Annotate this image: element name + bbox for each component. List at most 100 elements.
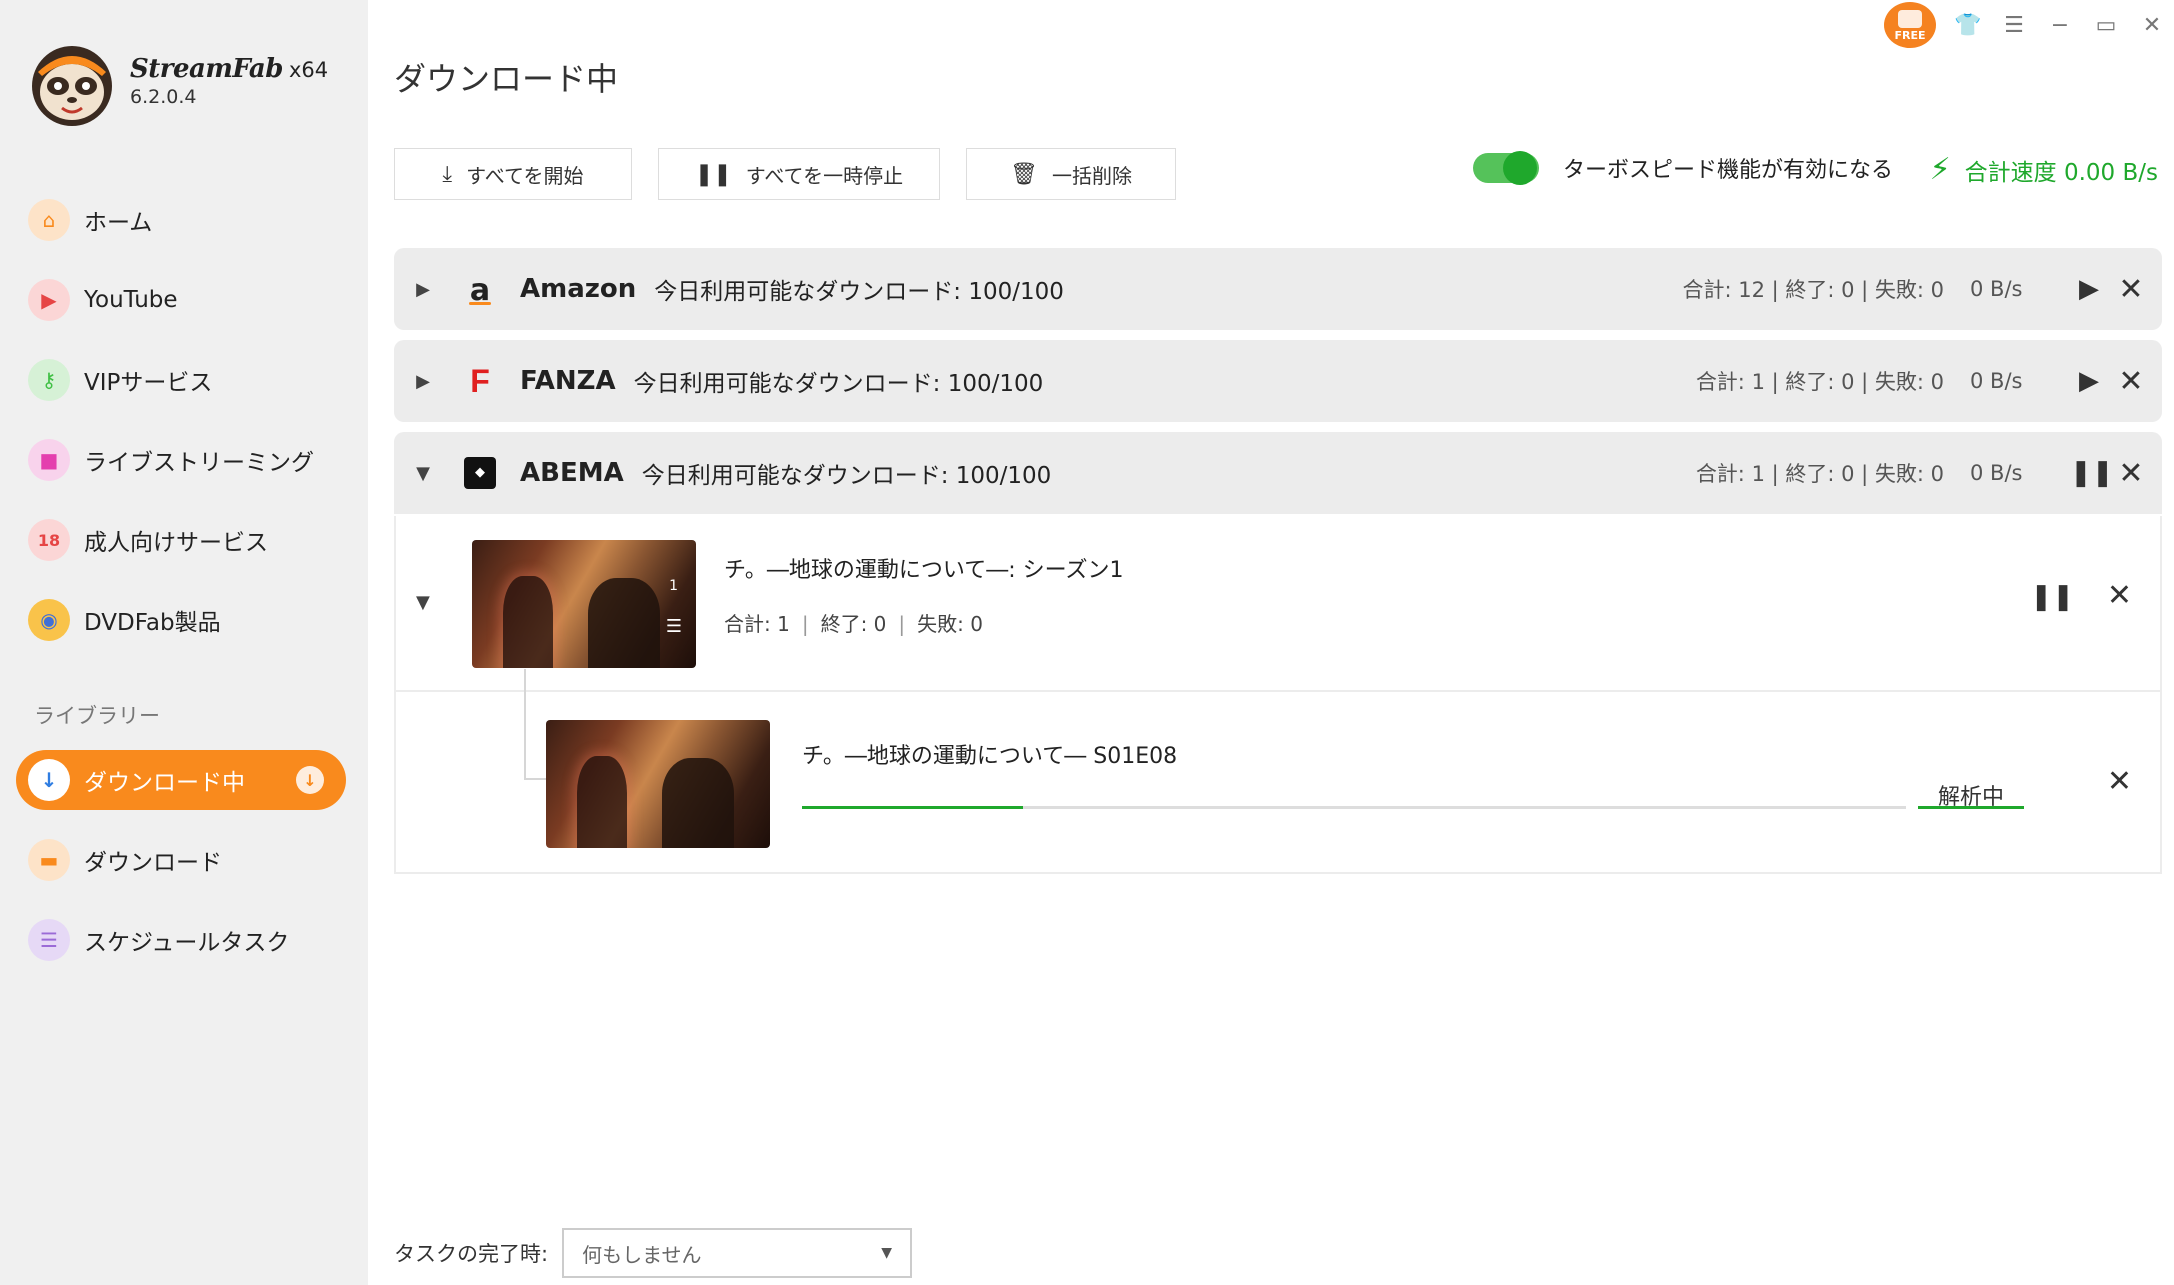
page-title: ダウンロード中 bbox=[394, 60, 619, 98]
adult-18-icon: 18 bbox=[28, 519, 70, 561]
season-stats: 合計: 1 | 終了: 0 | 失敗: 0 bbox=[724, 612, 983, 636]
total-speed-label: 合計速度 0.00 B/s bbox=[1964, 159, 2158, 186]
sidebar-item-label: スケジュールタスク bbox=[84, 930, 290, 956]
sidebar-item-downloaded[interactable]: ▬ ダウンロード bbox=[16, 830, 346, 890]
episode-title: チ。―地球の運動について― S01E08 bbox=[802, 744, 1178, 769]
sidebar-item-home[interactable]: ⌂ ホーム bbox=[16, 190, 346, 250]
season-failed: 失敗: 0 bbox=[917, 612, 983, 636]
collapse-caret-icon[interactable]: ▼ bbox=[394, 463, 452, 484]
service-speed: 0 B/s bbox=[1970, 369, 2023, 393]
shirt-icon[interactable]: 👕 bbox=[1954, 11, 1982, 39]
toolbar: ⤓ すべてを開始 ❚❚ すべてを一時停止 🗑 一括削除 bbox=[394, 148, 1176, 200]
expand-caret-icon[interactable]: ▶ bbox=[394, 279, 452, 300]
sidebar-item-live[interactable]: ■ ライブストリーミング bbox=[16, 430, 346, 490]
status-text: 解析中 bbox=[1937, 785, 2004, 810]
streamfab-sloth-logo bbox=[32, 46, 112, 126]
start-all-button[interactable]: ⤓ すべてを開始 bbox=[394, 148, 632, 200]
close-icon[interactable]: ✕ bbox=[2107, 578, 2132, 613]
episode-count-badge: 1 bbox=[669, 578, 678, 594]
task-complete-footer: タスクの完了時: 何もしません ▼ bbox=[394, 1228, 913, 1278]
download-arrow-icon: ↓ bbox=[28, 759, 70, 801]
brand-arch: x64 bbox=[288, 58, 329, 82]
trash-icon: 🗑 bbox=[1010, 161, 1038, 187]
episode-thumbnail bbox=[546, 720, 770, 848]
fanza-logo-icon: F bbox=[470, 362, 490, 399]
season-title: チ。―地球の運動について―: シーズン1 bbox=[724, 558, 1124, 583]
pause-all-button[interactable]: ❚❚ すべてを一時停止 bbox=[658, 148, 940, 200]
menu-icon[interactable]: ☰ bbox=[2000, 11, 2028, 39]
delete-all-button[interactable]: 🗑 一括削除 bbox=[966, 148, 1176, 200]
sidebar: StreamFab x64 6.2.0.4 ⌂ ホーム ▶ YouTube ⚷ V… bbox=[0, 0, 368, 1285]
free-gift-badge[interactable]: FREE bbox=[1884, 2, 1936, 48]
sidebar-item-youtube[interactable]: ▶ YouTube bbox=[16, 270, 346, 330]
service-availability: 今日利用可能なダウンロード: 100/100 bbox=[633, 371, 1044, 397]
service-availability: 今日利用可能なダウンロード: 100/100 bbox=[641, 463, 1052, 489]
close-icon[interactable]: ✕ bbox=[2112, 456, 2150, 491]
select-value: 何もしません bbox=[582, 1242, 702, 1267]
service-stats: 合計: 1 | 終了: 0 | 失敗: 0 bbox=[1695, 370, 1944, 394]
list-icon: ☰ bbox=[665, 616, 682, 637]
library-section-label: ライブラリー bbox=[34, 704, 160, 728]
schedule-list-icon: ☰ bbox=[28, 919, 70, 961]
pause-icon[interactable]: ❚❚ bbox=[2030, 582, 2074, 612]
sidebar-item-label: VIPサービス bbox=[84, 370, 213, 396]
sidebar-item-label: DVDFab製品 bbox=[84, 610, 221, 636]
window-controls: FREE 👕 ☰ − ▭ ✕ bbox=[1884, 0, 2166, 50]
brand-name: StreamFab bbox=[130, 54, 283, 84]
turbo-toggle[interactable] bbox=[1473, 151, 1539, 185]
main-panel: FREE 👕 ☰ − ▭ ✕ ダウンロード中 ⤓ すべてを開始 ❚❚ すべてを一… bbox=[368, 0, 2174, 1285]
app-version: 6.2.0.4 bbox=[130, 86, 197, 108]
youtube-icon: ▶ bbox=[28, 279, 70, 321]
sidebar-item-label: ダウンロード中 bbox=[84, 770, 245, 796]
play-icon[interactable]: ▶ bbox=[2070, 366, 2108, 396]
abema-logo-icon: ◆ bbox=[452, 457, 508, 489]
turbo-label: ターボスピード機能が有効になる bbox=[1563, 158, 1894, 183]
collapse-caret-icon[interactable]: ▼ bbox=[416, 592, 430, 613]
library-nav: ↓ ダウンロード中 ↓ ▬ ダウンロード ☰ スケジュールタスク bbox=[16, 750, 346, 990]
close-icon[interactable]: ✕ bbox=[2112, 272, 2150, 307]
season-task-row[interactable]: ▼ 1 ☰ チ。―地球の運動について―: シーズン1 合計: 1 | 終了: 0 | 失… bbox=[396, 516, 2160, 692]
brand-block: StreamFab x64 6.2.0.4 bbox=[130, 54, 328, 108]
sidebar-item-adult[interactable]: 18 成人向けサービス bbox=[16, 510, 346, 570]
play-icon[interactable]: ▶ bbox=[2070, 274, 2108, 304]
service-stats: 合計: 12 | 終了: 0 | 失敗: 0 bbox=[1682, 278, 1944, 302]
sidebar-item-label: ダウンロード bbox=[84, 850, 222, 876]
service-group-fanza[interactable]: ▶ F FANZA 今日利用可能なダウンロード: 100/100 合計: 1 |… bbox=[394, 340, 2162, 422]
sidebar-item-dvdfab[interactable]: ◉ DVDFab製品 bbox=[16, 590, 346, 650]
season-thumbnail: 1 ☰ bbox=[472, 540, 696, 668]
service-group-amazon[interactable]: ▶ a Amazon 今日利用可能なダウンロード: 100/100 合計: 12… bbox=[394, 248, 2162, 330]
status-indicator: 解析中 bbox=[1918, 779, 2024, 810]
pause-icon[interactable]: ❚❚ bbox=[2070, 458, 2114, 488]
service-name: ABEMA bbox=[520, 458, 624, 488]
dvdfab-icon: ◉ bbox=[28, 599, 70, 641]
sidebar-item-label: YouTube bbox=[84, 287, 178, 313]
sidebar-item-downloading[interactable]: ↓ ダウンロード中 ↓ bbox=[16, 750, 346, 810]
service-group-abema[interactable]: ▼ ◆ ABEMA 今日利用可能なダウンロード: 100/100 合計: 1 |… bbox=[394, 432, 2162, 514]
minimize-icon[interactable]: − bbox=[2046, 11, 2074, 39]
sidebar-item-schedule[interactable]: ☰ スケジュールタスク bbox=[16, 910, 346, 970]
service-stats: 合計: 1 | 終了: 0 | 失敗: 0 bbox=[1695, 462, 1944, 486]
close-icon[interactable]: ✕ bbox=[2138, 11, 2166, 39]
service-speed: 0 B/s bbox=[1970, 277, 2023, 301]
download-icon: ⤓ bbox=[442, 161, 453, 187]
sidebar-item-vip[interactable]: ⚷ VIPサービス bbox=[16, 350, 346, 410]
key-icon: ⚷ bbox=[28, 359, 70, 401]
sidebar-item-label: 成人向けサービス bbox=[84, 530, 268, 556]
pause-all-label: すべてを一時停止 bbox=[745, 163, 904, 188]
close-icon[interactable]: ✕ bbox=[2112, 364, 2150, 399]
task-complete-select[interactable]: 何もしません ▼ bbox=[562, 1228, 913, 1278]
video-camera-icon: ■ bbox=[28, 439, 70, 481]
folder-icon: ▬ bbox=[28, 839, 70, 881]
sidebar-item-label: ライブストリーミング bbox=[84, 450, 314, 476]
maximize-icon[interactable]: ▭ bbox=[2092, 11, 2120, 39]
home-icon: ⌂ bbox=[28, 199, 70, 241]
total-speed: ⚡ 合計速度 0.00 B/s bbox=[1930, 152, 2158, 187]
expand-caret-icon[interactable]: ▶ bbox=[394, 371, 452, 392]
episode-task-row[interactable]: チ。―地球の運動について― S01E08 解析中 ✕ bbox=[396, 694, 2160, 872]
close-icon[interactable]: ✕ bbox=[2107, 764, 2132, 799]
sidebar-item-label: ホーム bbox=[84, 210, 153, 236]
service-name: Amazon bbox=[520, 274, 637, 304]
lightning-icon: ⚡ bbox=[1929, 152, 1951, 187]
chevron-down-icon: ▼ bbox=[881, 1245, 893, 1261]
turbo-speed-control: ターボスピード機能が有効になる bbox=[1473, 151, 1894, 185]
